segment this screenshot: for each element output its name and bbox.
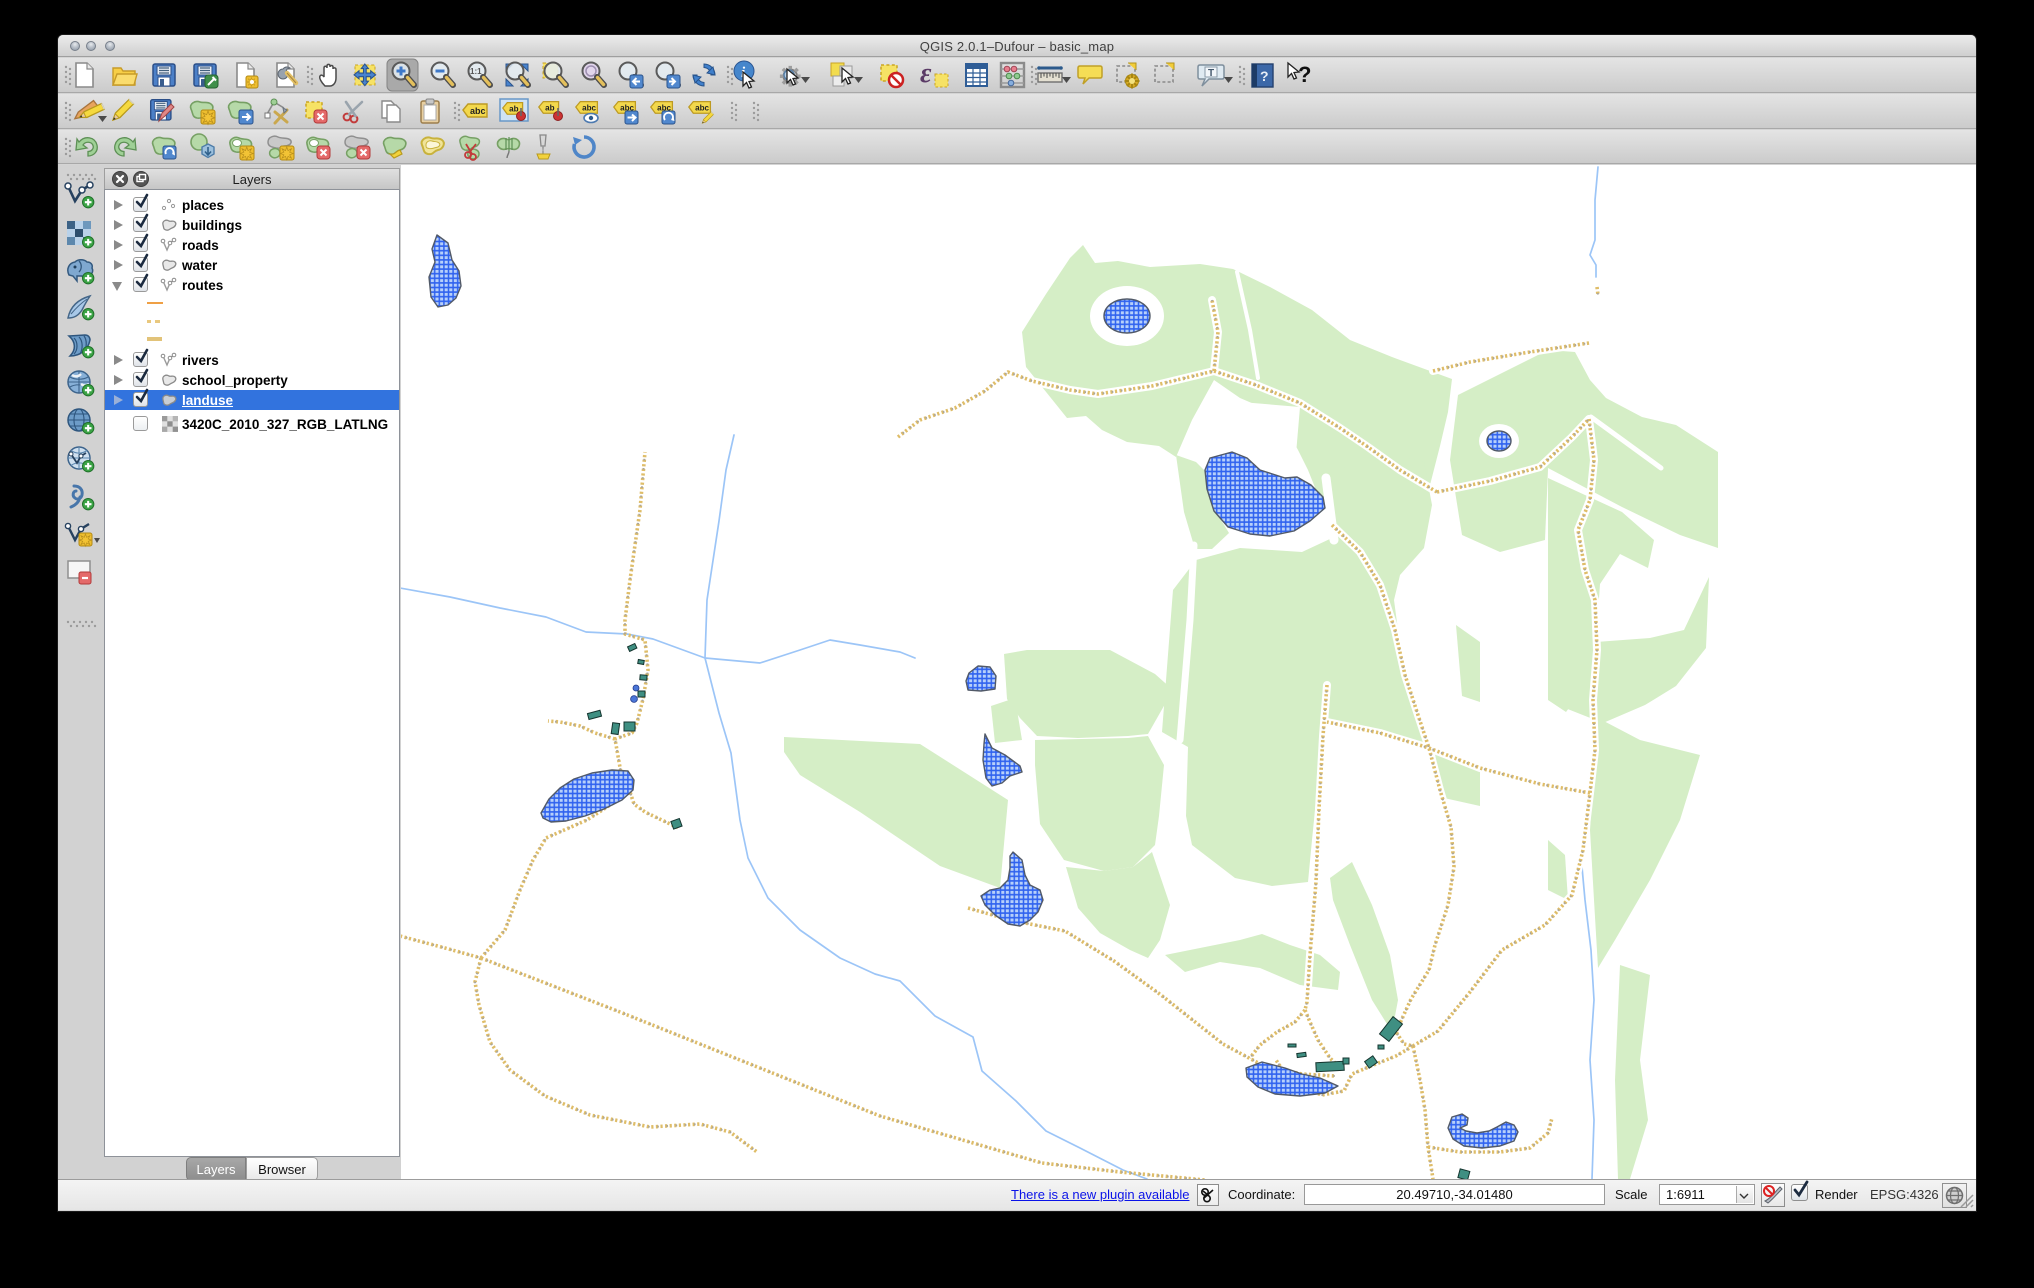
- svg-text:?: ?: [1298, 62, 1311, 87]
- svg-text:1:1: 1:1: [470, 67, 482, 76]
- svg-text:ε: ε: [920, 58, 932, 89]
